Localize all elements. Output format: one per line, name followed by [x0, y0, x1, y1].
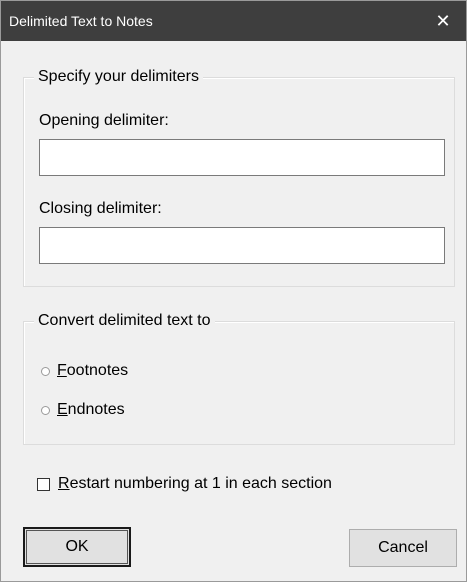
endnotes-radio-option[interactable]: Endnotes [41, 400, 125, 420]
endnotes-label: Endnotes [57, 401, 125, 418]
footnotes-radio[interactable] [41, 366, 50, 376]
footnotes-radio-option[interactable]: Footnotes [41, 361, 128, 381]
ok-button[interactable]: OK [23, 527, 131, 567]
dialog-window: Delimited Text to Notes ✕ Specify your d… [0, 0, 467, 582]
restart-numbering-checkbox[interactable] [37, 477, 50, 491]
opening-delimiter-input[interactable] [39, 139, 445, 176]
endnotes-radio[interactable] [41, 405, 50, 415]
close-button[interactable]: ✕ [420, 1, 466, 41]
restart-numbering-label: Restart numbering at 1 in each section [58, 475, 332, 492]
footnotes-label: Footnotes [57, 362, 129, 379]
title-bar[interactable]: Delimited Text to Notes ✕ [1, 1, 466, 41]
window-title: Delimited Text to Notes [9, 13, 153, 29]
opening-delimiter-label: Opening delimiter: [39, 112, 169, 129]
convert-group: Convert delimited text to [23, 311, 455, 445]
convert-legend: Convert delimited text to [34, 311, 215, 331]
delimiters-legend: Specify your delimiters [34, 67, 203, 87]
cancel-button[interactable]: Cancel [349, 529, 457, 567]
closing-delimiter-label: Closing delimiter: [39, 200, 162, 217]
restart-numbering-option[interactable]: Restart numbering at 1 in each section [37, 474, 332, 494]
closing-delimiter-input[interactable] [39, 227, 445, 264]
close-icon: ✕ [435, 10, 451, 31]
